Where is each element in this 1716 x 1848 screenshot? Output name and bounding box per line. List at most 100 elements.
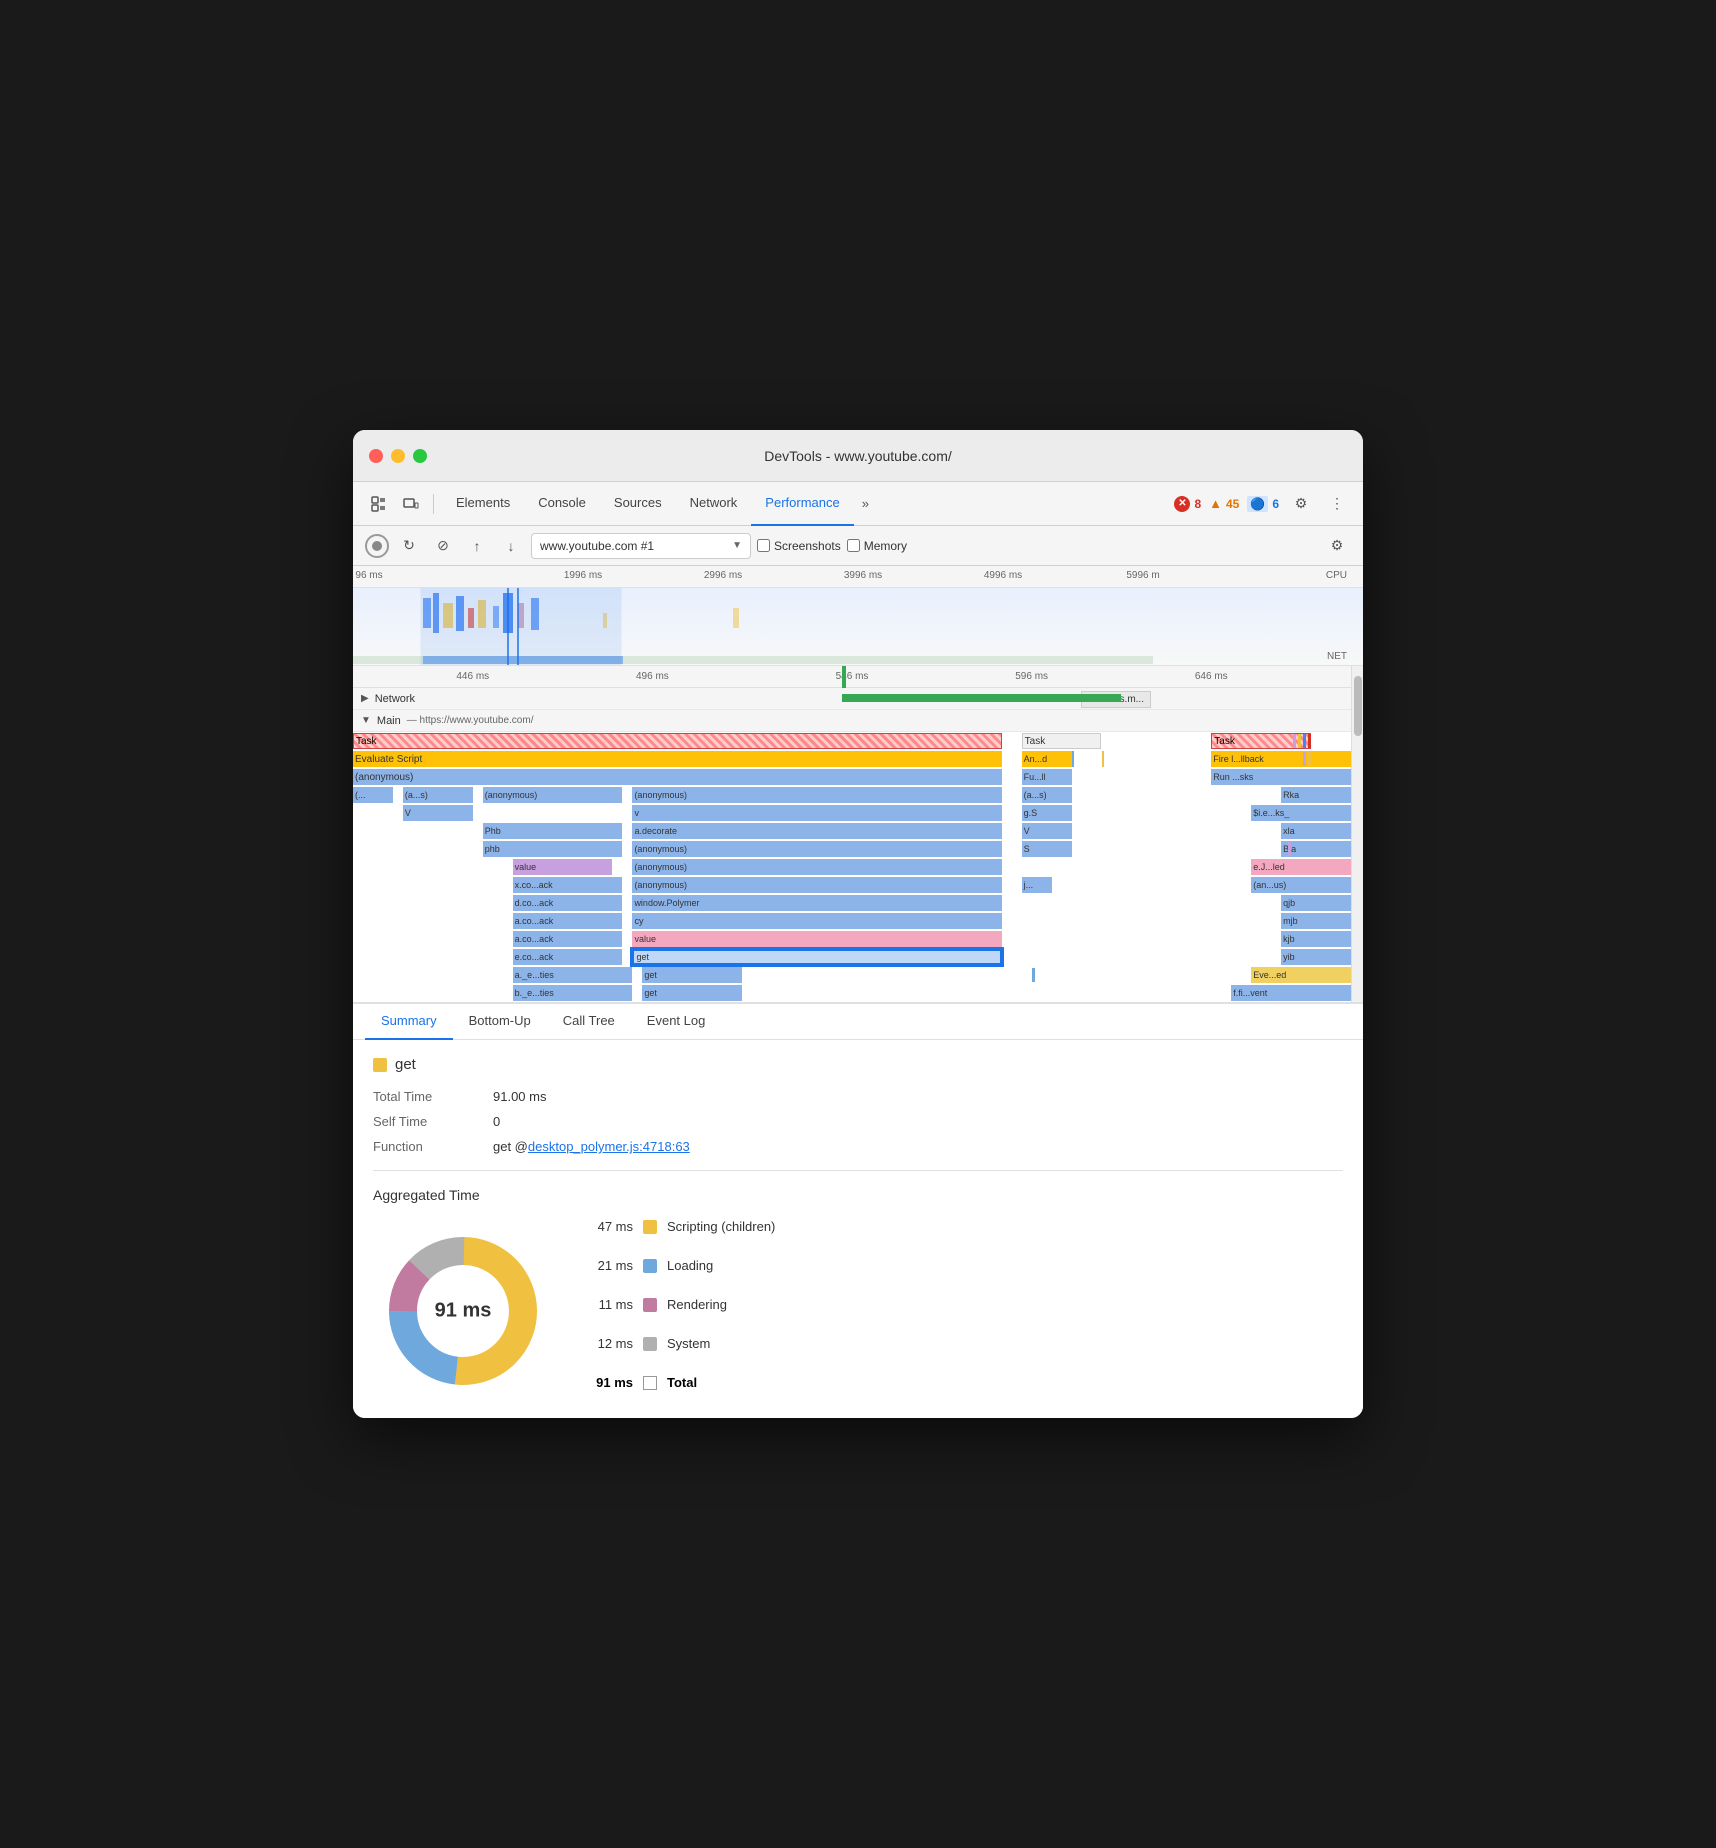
s-block[interactable]: S bbox=[1022, 841, 1072, 857]
xcoa-block[interactable]: x.co...ack bbox=[513, 877, 623, 893]
full-block[interactable]: Fu...ll bbox=[1022, 769, 1072, 785]
get-sub[interactable]: get bbox=[642, 967, 742, 983]
inspector-icon[interactable] bbox=[365, 490, 393, 518]
gs-block[interactable]: g.S bbox=[1022, 805, 1072, 821]
tab-sources[interactable]: Sources bbox=[600, 482, 676, 526]
fire-block[interactable]: Fire l...llback bbox=[1211, 751, 1351, 767]
fullscreen-button[interactable] bbox=[413, 449, 427, 463]
tab-bottom-up[interactable]: Bottom-Up bbox=[453, 1004, 547, 1040]
anon-block-0[interactable]: (anonymous) bbox=[483, 787, 623, 803]
flame-row-0: Task Task Task bbox=[353, 732, 1351, 750]
anon-x[interactable]: (anonymous) bbox=[632, 877, 1001, 893]
reload-icon[interactable]: ↻ bbox=[395, 532, 423, 560]
screenshots-checkbox[interactable] bbox=[757, 539, 770, 552]
flame-mark-3: 596 ms bbox=[1015, 671, 1048, 682]
kjb-block[interactable]: kjb bbox=[1281, 931, 1351, 947]
polymer-block[interactable]: window.Polymer bbox=[632, 895, 1001, 911]
tab-elements[interactable]: Elements bbox=[442, 482, 524, 526]
anon-phb[interactable]: (anonymous) bbox=[632, 841, 1001, 857]
flame-mark-1: 496 ms bbox=[636, 671, 669, 682]
clear-icon[interactable]: ⊘ bbox=[429, 532, 457, 560]
agg-swatch-2 bbox=[643, 1298, 657, 1312]
tab-call-tree[interactable]: Call Tree bbox=[547, 1004, 631, 1040]
evaluate-block[interactable]: Evaluate Script bbox=[353, 751, 1002, 767]
gear-icon2[interactable]: ⚙ bbox=[1323, 532, 1351, 560]
acoa-block-1[interactable]: a.co...ack bbox=[513, 931, 623, 947]
v-block[interactable]: V bbox=[403, 805, 473, 821]
scrollbar-thumb[interactable] bbox=[1354, 676, 1362, 736]
qjb-block[interactable]: qjb bbox=[1281, 895, 1351, 911]
timeline-area[interactable]: 96 ms 1996 ms 2996 ms 3996 ms 4996 ms 59… bbox=[353, 566, 1363, 666]
bla-block[interactable]: Bla bbox=[1281, 841, 1351, 857]
as-right[interactable]: (a...s) bbox=[1022, 787, 1072, 803]
vertical-scrollbar[interactable] bbox=[1351, 666, 1363, 1002]
ffivent-block[interactable]: f.fi...vent bbox=[1231, 985, 1351, 1001]
error-badge-group: ✕ 8 bbox=[1174, 496, 1201, 512]
tab-summary[interactable]: Summary bbox=[365, 1004, 453, 1040]
upload-icon[interactable]: ↑ bbox=[463, 532, 491, 560]
value-pink[interactable]: value bbox=[632, 931, 1001, 947]
phb-lower[interactable]: phb bbox=[483, 841, 623, 857]
acoa-block-0[interactable]: a.co...ack bbox=[513, 913, 623, 929]
main-arrow[interactable]: ▼ bbox=[361, 715, 371, 726]
dots-block[interactable]: (... bbox=[353, 787, 393, 803]
tab-console[interactable]: Console bbox=[524, 482, 600, 526]
aet-block[interactable]: a._e...ties bbox=[513, 967, 633, 983]
download-icon[interactable]: ↓ bbox=[497, 532, 525, 560]
eveed-block[interactable]: Eve...ed bbox=[1251, 967, 1351, 983]
minimize-button[interactable] bbox=[391, 449, 405, 463]
function-link[interactable]: desktop_polymer.js:4718:63 bbox=[528, 1139, 690, 1154]
bet-block[interactable]: b._e...ties bbox=[513, 985, 633, 1001]
settings-icon[interactable]: ⚙ bbox=[1287, 490, 1315, 518]
main-label: Main bbox=[377, 715, 401, 727]
anonymous-block-0[interactable]: (anonymous) bbox=[353, 769, 1002, 785]
network-bar bbox=[842, 694, 1121, 702]
tab-performance[interactable]: Performance bbox=[751, 482, 853, 526]
task-block-0[interactable]: Task bbox=[353, 733, 1002, 749]
anon-block-1[interactable]: (anonymous) bbox=[632, 787, 1001, 803]
yib-block[interactable]: yib bbox=[1281, 949, 1351, 965]
agg-ms-1: 21 ms bbox=[583, 1258, 633, 1273]
bottom-tabs: Summary Bottom-Up Call Tree Event Log bbox=[353, 1004, 1363, 1040]
ecoa-block[interactable]: e.co...ack bbox=[513, 949, 623, 965]
cy-block[interactable]: cy bbox=[632, 913, 1001, 929]
value-block[interactable]: value bbox=[513, 859, 613, 875]
mini-purple-1 bbox=[1288, 842, 1291, 856]
more-options-icon[interactable]: ⋮ bbox=[1323, 490, 1351, 518]
responsive-icon[interactable] bbox=[397, 490, 425, 518]
phb-block[interactable]: Phb bbox=[483, 823, 623, 839]
timeline-svg bbox=[353, 588, 1363, 666]
xla-block[interactable]: xla bbox=[1281, 823, 1351, 839]
more-tabs-button[interactable]: » bbox=[854, 496, 877, 511]
info-icon: 🔵 bbox=[1247, 496, 1268, 512]
as-block[interactable]: (a...s) bbox=[403, 787, 473, 803]
function-color-swatch bbox=[373, 1058, 387, 1072]
bottom-panel: Summary Bottom-Up Call Tree Event Log ge… bbox=[353, 1002, 1363, 1418]
close-button[interactable] bbox=[369, 449, 383, 463]
run-block[interactable]: Run ...sks bbox=[1211, 769, 1351, 785]
ejled-block[interactable]: e.J...led bbox=[1251, 859, 1351, 875]
get-block-selected[interactable]: get bbox=[632, 949, 1001, 965]
memory-checkbox[interactable] bbox=[847, 539, 860, 552]
timeline-chart[interactable]: NET bbox=[353, 588, 1363, 666]
adecoate-block[interactable]: a.decorate bbox=[632, 823, 1001, 839]
anus-block[interactable]: (an...us) bbox=[1251, 877, 1351, 893]
network-arrow[interactable]: ▶ bbox=[361, 693, 369, 704]
tab-event-log[interactable]: Event Log bbox=[631, 1004, 722, 1040]
mjb-block[interactable]: mjb bbox=[1281, 913, 1351, 929]
j-block[interactable]: j... bbox=[1022, 877, 1052, 893]
rka-block[interactable]: Rka bbox=[1281, 787, 1351, 803]
flame-area-wrapper: 446 ms 496 ms 546 ms 596 ms 646 ms ▶ Net… bbox=[353, 666, 1363, 1002]
get-sub-2[interactable]: get bbox=[642, 985, 742, 1001]
dcoa-block[interactable]: d.co...ack bbox=[513, 895, 623, 911]
flame-area[interactable]: 446 ms 496 ms 546 ms 596 ms 646 ms ▶ Net… bbox=[353, 666, 1351, 1002]
url-dropdown-icon[interactable]: ▼ bbox=[732, 540, 742, 551]
tab-network[interactable]: Network bbox=[676, 482, 752, 526]
annd-block[interactable]: An...d bbox=[1022, 751, 1072, 767]
siks-block[interactable]: $i.e...ks_ bbox=[1251, 805, 1351, 821]
v-right[interactable]: V bbox=[1022, 823, 1072, 839]
record-button[interactable] bbox=[365, 534, 389, 558]
anon-value[interactable]: (anonymous) bbox=[632, 859, 1001, 875]
v-small-block[interactable]: v bbox=[632, 805, 1001, 821]
task-block-1[interactable]: Task bbox=[1022, 733, 1102, 749]
